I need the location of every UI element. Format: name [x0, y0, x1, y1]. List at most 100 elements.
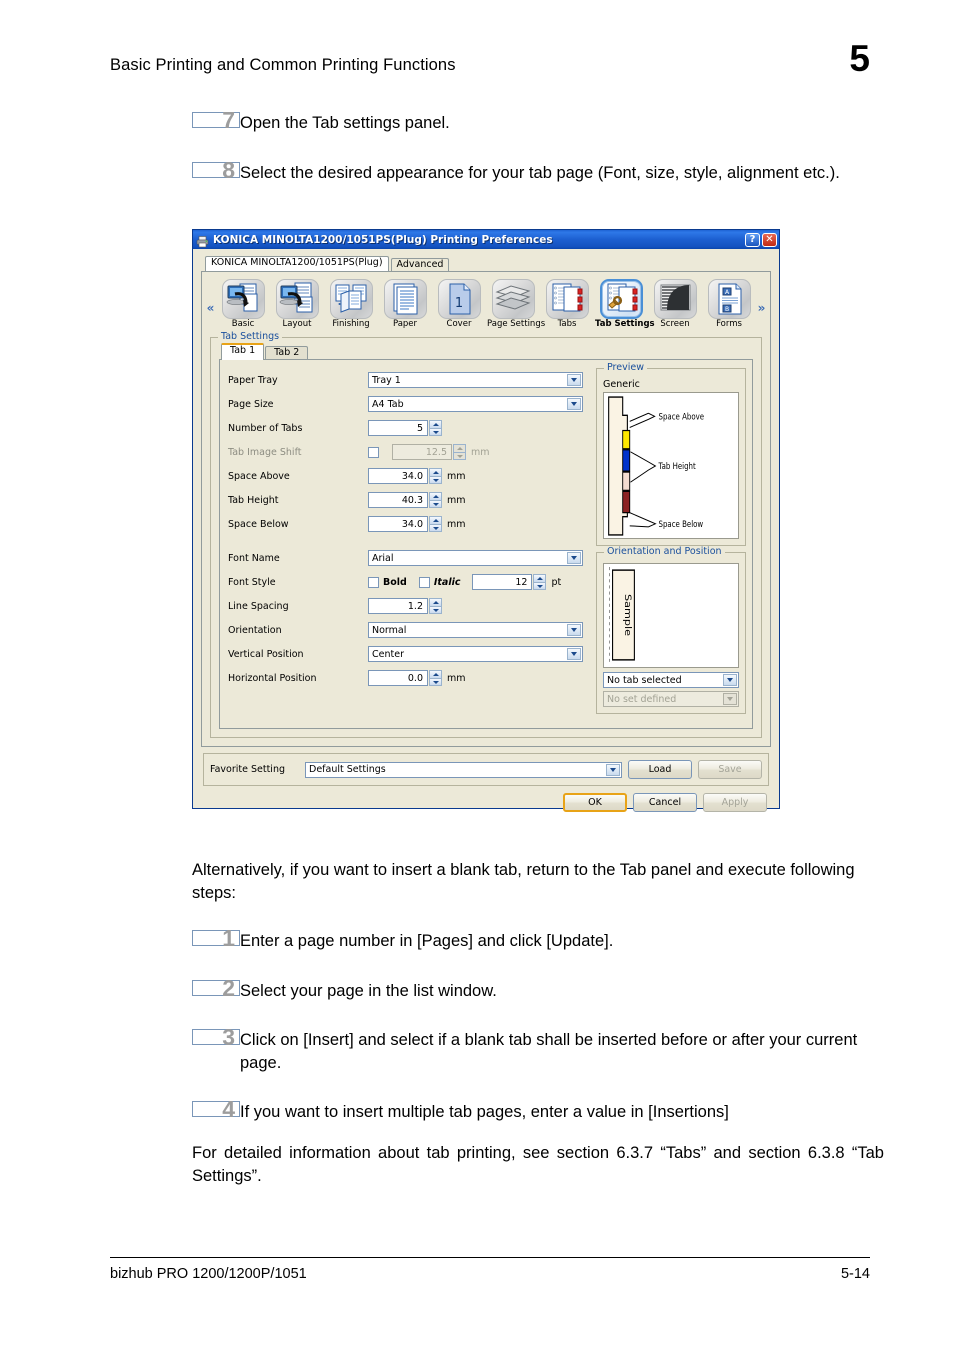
tab-advanced[interactable]: Advanced [390, 257, 450, 272]
function-item-layout[interactable]: Layout [271, 279, 323, 329]
scroll-right-icon[interactable]: » [755, 279, 768, 315]
vertical-position-select[interactable]: Center [368, 646, 583, 663]
field-label: Font Style [228, 576, 276, 588]
favorite-setting-select[interactable]: Default Settings [305, 761, 622, 778]
chevron-down-icon[interactable] [567, 552, 581, 565]
function-item-screen[interactable]: Screen [649, 279, 701, 329]
field-tab-height: Tab Height 40.3 mm [228, 488, 588, 512]
bold-label: Bold [383, 576, 407, 588]
space-below-stepper[interactable] [429, 516, 442, 533]
unit-label: mm [471, 446, 490, 458]
scroll-left-icon[interactable]: « [204, 279, 217, 315]
chevron-down-icon[interactable] [567, 648, 581, 661]
printing-preferences-dialog: KONICA MINOLTA1200/1051PS(Plug) Printing… [192, 229, 780, 813]
chevron-down-icon[interactable] [723, 674, 737, 687]
field-label: Page Size [228, 398, 274, 410]
tab-konica-minolta[interactable]: KONICA MINOLTA1200/1051PS(Plug) [205, 255, 389, 271]
italic-label: Italic [433, 576, 461, 588]
field-label: Tab Image Shift [228, 446, 302, 458]
tab-image-shift-input[interactable]: 12.5 [392, 444, 452, 461]
tab-height-input[interactable]: 40.3 [368, 492, 428, 509]
tabs-icon [545, 279, 589, 319]
chevron-down-icon[interactable] [567, 398, 581, 411]
number-of-tabs-input[interactable]: 5 [368, 420, 428, 437]
tab-selection-select[interactable]: No tab selected [603, 672, 739, 689]
paper-tray-select[interactable]: Tray 1 [368, 372, 583, 389]
paper-tray-value: Tray 1 [372, 374, 401, 386]
function-item-basic[interactable]: Basic [217, 279, 269, 329]
field-label: Tab Height [228, 494, 279, 506]
function-icons: Basic Layout Finishing Paper 1 Cover Pag… [217, 279, 755, 329]
space-above-input[interactable]: 34.0 [368, 468, 428, 485]
function-label: Basic [231, 319, 255, 329]
function-item-tabs[interactable]: Tabs [541, 279, 593, 329]
field-space-below: Space Below 34.0 mm [228, 512, 588, 536]
chevron-down-icon[interactable] [567, 624, 581, 637]
bold-checkbox[interactable] [368, 576, 379, 588]
tab-pane: « Basic Layout Finishing Paper 1 Cover P… [201, 271, 771, 748]
field-space-above: Space Above 34.0 mm [228, 464, 588, 488]
preview-column: Preview Generic Space Above Tab Height S… [588, 362, 746, 720]
step-item: 7 Open the Tab settings panel. [192, 108, 882, 135]
tab-image-shift-stepper[interactable] [453, 444, 466, 461]
load-button[interactable]: Load [628, 760, 692, 780]
save-button: Save [698, 760, 762, 780]
subtab-tab1[interactable]: Tab 1 [221, 343, 265, 361]
tab1-panel: Paper Tray Tray 1 Page Size A4 Tab Numbe… [219, 359, 753, 730]
preview-group: Preview Generic Space Above Tab Height S… [596, 362, 746, 547]
orientation-position-group: Orientation and Position Sample No tab s… [596, 546, 746, 715]
ok-button[interactable]: OK [563, 793, 627, 813]
step-text: Select the desired appearance for your t… [240, 164, 840, 182]
function-label: Page Settings [487, 319, 546, 329]
tab-number-tabstrip: Tab 1 Tab 2 [221, 343, 753, 362]
window-buttons: ? ✕ [745, 232, 777, 247]
font-size-stepper[interactable] [533, 574, 547, 591]
step-text: Click on [Insert] and select if a blank … [240, 1031, 858, 1073]
number-of-tabs-stepper[interactable] [429, 420, 442, 437]
line-spacing-stepper[interactable] [429, 598, 442, 615]
svg-text:Space Above: Space Above [659, 411, 705, 422]
horizontal-position-stepper[interactable] [429, 670, 442, 687]
close-icon[interactable]: ✕ [762, 232, 777, 247]
italic-checkbox[interactable] [418, 576, 430, 588]
function-item-page-settings[interactable]: Page Settings [487, 279, 546, 329]
horizontal-position-input[interactable]: 0.0 [368, 670, 428, 687]
function-item-forms[interactable]: A B Forms [703, 279, 755, 329]
help-button[interactable]: ? [745, 232, 760, 247]
step-number: 8 [192, 158, 240, 181]
orientation-select[interactable]: Normal [368, 622, 583, 639]
step-text: If you want to insert multiple tab pages… [240, 1103, 729, 1121]
field-font-style: Font Style Bold Italic 12 pt [228, 570, 588, 594]
space-above-stepper[interactable] [429, 468, 442, 485]
field-number-of-tabs: Number of Tabs 5 [228, 416, 588, 440]
font-name-select[interactable]: Arial [368, 550, 583, 567]
function-item-paper[interactable]: Paper [379, 279, 431, 329]
cover-icon: 1 [437, 279, 481, 319]
font-size-input[interactable]: 12 [472, 574, 533, 591]
font-name-value: Arial [372, 552, 394, 564]
layout-icon [275, 279, 319, 319]
field-tab-image-shift: Tab Image Shift 12.5 mm [228, 440, 588, 464]
basic-icon [221, 279, 265, 319]
cancel-button[interactable]: Cancel [633, 793, 697, 813]
step-item: 4 If you want to insert multiple tab pag… [192, 1097, 882, 1124]
tab-image-shift-checkbox[interactable] [368, 446, 379, 458]
field-vertical-position: Vertical Position Center [228, 642, 588, 666]
document-page: Basic Printing and Common Printing Funct… [0, 0, 954, 1355]
page-header: Basic Printing and Common Printing Funct… [110, 40, 870, 88]
page-size-select[interactable]: A4 Tab [368, 396, 583, 413]
chevron-down-icon[interactable] [567, 374, 581, 387]
function-label: Finishing [332, 319, 370, 329]
svg-text:Sample: Sample [622, 594, 631, 636]
step-text: Open the Tab settings panel. [240, 114, 450, 132]
tab-height-stepper[interactable] [429, 492, 442, 509]
page-settings-icon [491, 279, 535, 319]
tab-settings-group: Tab Settings Tab 1 Tab 2 Paper Tray Tray… [210, 331, 762, 739]
space-below-input[interactable]: 34.0 [368, 516, 428, 533]
function-item-tab-settings[interactable]: Tab Settings [595, 279, 655, 329]
function-item-finishing[interactable]: Finishing [325, 279, 377, 329]
function-item-cover[interactable]: 1 Cover [433, 279, 485, 329]
unit-label: mm [447, 470, 466, 482]
line-spacing-input[interactable]: 1.2 [368, 598, 428, 615]
chevron-down-icon[interactable] [606, 763, 620, 776]
